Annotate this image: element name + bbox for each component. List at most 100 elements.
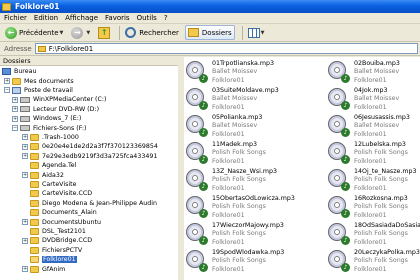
file-folder: Folklore01 (212, 211, 245, 219)
views-button[interactable]: ▼ (246, 25, 267, 40)
audio-file-icon: ♪ (328, 115, 350, 137)
tree-item-folder[interactable]: + Aida32 (22, 170, 64, 179)
menu-affichage[interactable]: Affichage (65, 14, 98, 22)
audio-file-icon: ♪ (186, 250, 208, 272)
back-label: Précédente (19, 28, 59, 37)
audio-file-icon: ♪ (186, 196, 208, 218)
file-folder: Folklore01 (354, 157, 387, 165)
tree-item-folder[interactable]: + 0e20e4e1de2d2a3f7f370123369854 (22, 142, 158, 151)
up-button[interactable]: ↑ (96, 25, 112, 40)
tree-item-label: FichiersPCTV (42, 246, 83, 254)
tree-item-drive-f[interactable]: − Fichiers-Sons (F:) (12, 123, 86, 132)
expand-icon[interactable]: + (12, 115, 18, 122)
expand-icon[interactable]: + (22, 134, 28, 141)
tree-item-drive-d[interactable]: + Lecteur DVD-RW (D:) (12, 105, 99, 114)
file-folder: Folklore01 (212, 238, 245, 246)
search-label: Rechercher (139, 28, 179, 37)
tree-item-label: Aida32 (42, 171, 64, 179)
tree-item-folder[interactable]: CarteVisite.CCD (22, 189, 92, 198)
tree-item-folder[interactable]: + 7e29e3edb9219f3d3a725fca433491 (22, 152, 157, 161)
file-item[interactable]: ♪ 19SpodWlodawka.mp3 Polish Folk Songs F… (184, 248, 302, 280)
tree-item-label: DSL_Test2101 (42, 227, 86, 235)
file-name: 17WieczorMajowy.mp3 (212, 222, 284, 229)
search-button[interactable]: Rechercher (123, 25, 181, 40)
tree-item-label: DocumentsUbuntu (42, 218, 101, 226)
tree-item-bureau[interactable]: Bureau (2, 67, 37, 76)
tree-item-folder[interactable]: Documents_Alain (22, 208, 97, 217)
toolbar-separator (119, 25, 121, 40)
tree-item-folder[interactable]: FichiersPCTV (22, 246, 82, 255)
collapse-icon[interactable]: − (12, 125, 18, 132)
file-name: 05Polianka.mp3 (212, 114, 263, 121)
tree-item-folder[interactable]: Agenda.Tel (22, 161, 76, 170)
folder-icon (30, 227, 39, 235)
folders-pane-header: Dossiers (0, 57, 178, 66)
expand-icon[interactable]: + (22, 219, 28, 226)
menu-outils[interactable]: Outils (137, 14, 157, 22)
file-album: Ballet Moissev (212, 95, 258, 103)
address-field[interactable]: F:\Folklore01 (34, 43, 418, 54)
tree-item-folder[interactable]: + .Trash-1000 (22, 133, 79, 142)
expand-icon[interactable]: + (4, 78, 10, 85)
tree-item-label: Lecteur DVD-RW (D:) (33, 105, 100, 113)
tree-item-label: Mes documents (24, 77, 74, 85)
tree-item-folklore01[interactable]: Folklore01 (22, 255, 77, 264)
file-folder: Folklore01 (212, 157, 245, 165)
folder-icon (30, 162, 39, 170)
file-album: Polish Folk Songs (354, 257, 408, 265)
tree-item-folder[interactable]: DSL_Test2101 (22, 227, 86, 236)
menu-help[interactable]: ? (164, 14, 168, 22)
expand-icon[interactable]: + (12, 106, 18, 113)
desktop-icon (2, 68, 11, 76)
tree-item-label: Documents_Alain (42, 209, 97, 217)
file-name: 02Bouiba.mp3 (354, 60, 400, 67)
file-folder: Folklore01 (354, 76, 387, 84)
file-item[interactable]: ♪ 20LeczykaPolka.mp3 Polish Folk Songs F… (326, 248, 420, 280)
folders-button[interactable]: Dossiers (184, 25, 235, 40)
tree-item-drive-e[interactable]: + Windows_7 (E:) (12, 114, 81, 123)
collapse-icon[interactable]: − (4, 87, 10, 94)
chevron-down-icon[interactable]: ▼ (261, 30, 265, 36)
chevron-down-icon[interactable]: ▼ (86, 30, 90, 36)
chevron-down-icon[interactable]: ▼ (60, 30, 64, 36)
folders-icon (187, 28, 199, 37)
folder-icon (30, 199, 39, 207)
tree-item-folder[interactable]: Diego Modena & Jean-Philippe Audin (22, 199, 157, 208)
tree-item-poste-de-travail[interactable]: − Poste de travail (4, 86, 73, 95)
expand-icon[interactable]: + (22, 143, 28, 150)
tree-item-mes-documents[interactable]: + Mes documents (4, 76, 74, 85)
forward-button[interactable]: → ▼ (69, 25, 92, 40)
file-name: 06Jesusassis.mp3 (354, 114, 410, 121)
file-folder: Folklore01 (212, 130, 245, 138)
menu-bar: Fichier Edition Affichage Favoris Outils… (0, 13, 420, 24)
tree-item-folder[interactable]: CarteVisite (22, 180, 76, 189)
file-folder: Folklore01 (354, 211, 387, 219)
menu-fichier[interactable]: Fichier (4, 14, 27, 22)
file-name: 20LeczykaPolka.mp3 (354, 249, 420, 256)
tree-item-folder[interactable]: + DocumentsUbuntu (22, 217, 101, 226)
expand-icon[interactable]: + (22, 153, 28, 160)
expand-icon[interactable]: + (22, 237, 28, 244)
tree-item-label: Fichiers-Sons (F:) (33, 124, 87, 132)
folder-icon (30, 265, 39, 273)
tree-item-folder[interactable]: + GfAnim (22, 264, 65, 273)
menu-favoris[interactable]: Favoris (105, 14, 130, 22)
toolbar: ← Précédente ▼ → ▼ ↑ Rechercher Dossiers… (0, 24, 420, 42)
folder-icon (37, 45, 46, 52)
back-button[interactable]: ← Précédente ▼ (3, 25, 65, 40)
expand-icon[interactable]: + (12, 96, 18, 103)
file-album: Polish Folk Songs (212, 149, 266, 157)
expand-icon[interactable]: + (22, 172, 28, 179)
audio-file-icon: ♪ (186, 115, 208, 137)
file-folder: Folklore01 (354, 103, 387, 111)
tree-item-drive-c[interactable]: + WinXPMediaCenter (C:) (12, 95, 106, 104)
file-album: Ballet Moissev (212, 68, 258, 76)
expand-icon[interactable]: + (22, 266, 28, 273)
open-folder-icon (30, 256, 39, 264)
menu-edition[interactable]: Edition (34, 14, 58, 22)
file-album: Ballet Moissev (354, 122, 400, 130)
tree-item-folder[interactable]: + DVDBridge.CCD (22, 236, 92, 245)
